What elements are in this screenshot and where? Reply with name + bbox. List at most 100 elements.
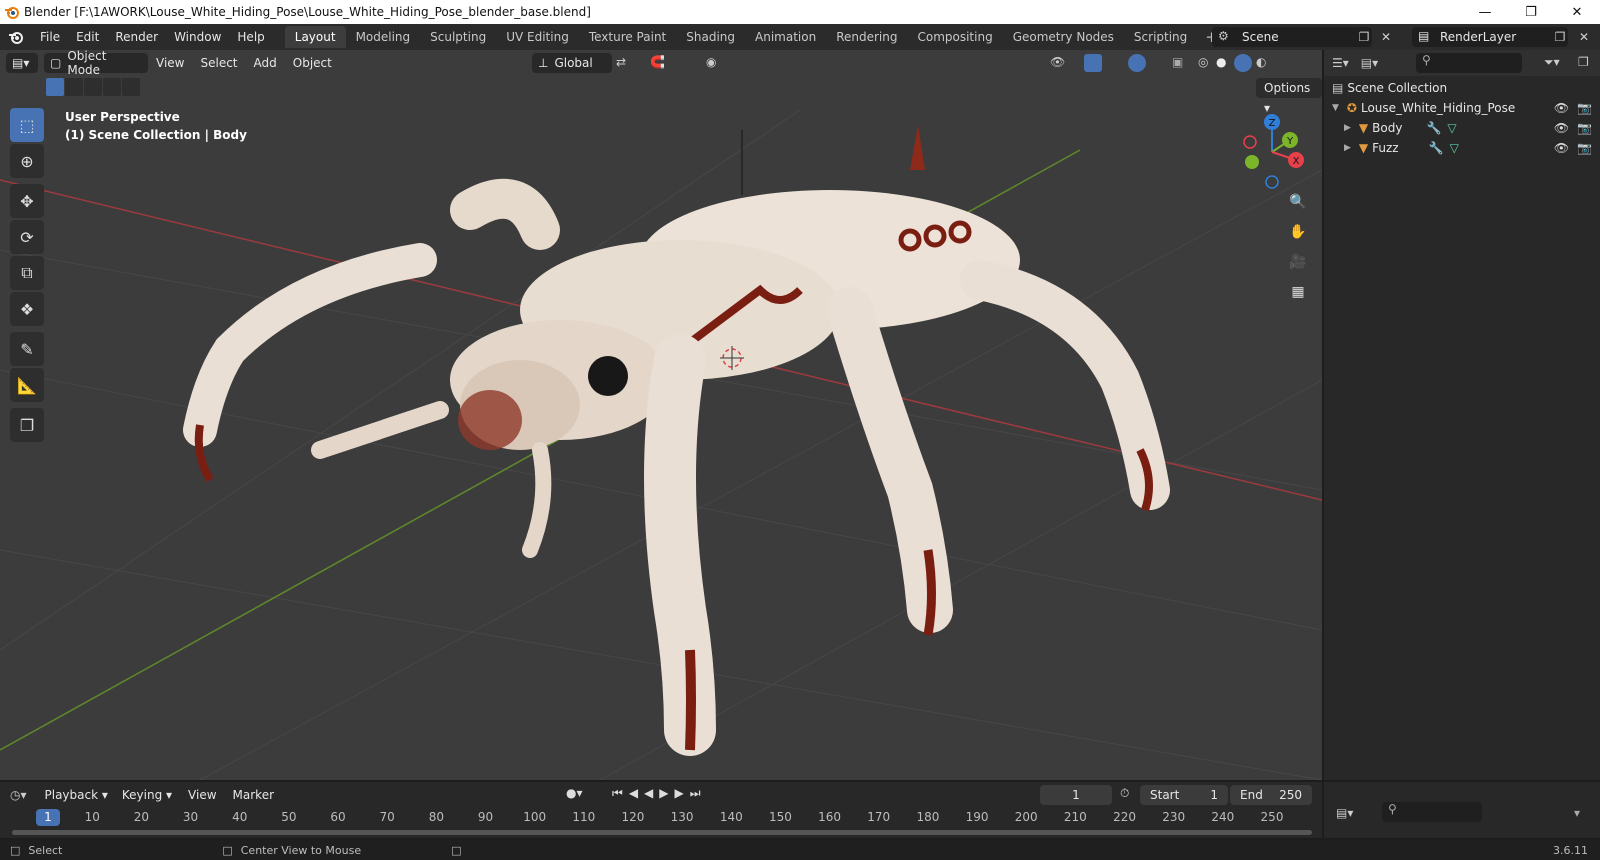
viewport-menu-select[interactable]: Select [192,56,245,70]
tab-modeling[interactable]: Modeling [346,26,421,48]
menu-file[interactable]: File [32,24,68,50]
end-frame-field[interactable]: End 250 [1230,785,1312,805]
select-subtract-icon[interactable] [84,78,102,96]
current-frame-field[interactable]: 1 [1040,785,1112,805]
rotate-tool-icon[interactable]: ⟳ [10,220,44,254]
close-icon[interactable]: ✕ [1554,0,1600,24]
outliner-editor-icon[interactable]: ☰▾ [1332,56,1349,70]
collapse-arrow-icon[interactable]: ▶ [1344,143,1351,153]
rendered-shading-icon[interactable]: ◐ [1256,55,1266,69]
mode-selector[interactable]: ▢ Object Mode [44,50,148,77]
render-layer-selector[interactable]: ▤ RenderLayer [1412,27,1568,47]
transform-orientation-selector[interactable]: ⊥ Global [532,53,612,73]
menu-window[interactable]: Window [166,24,229,50]
tab-texture-paint[interactable]: Texture Paint [579,26,676,48]
record-keyframe-icon[interactable]: ●▾ [566,786,583,800]
visibility-icon[interactable]: 👁 [1050,55,1065,69]
snap-icon[interactable]: 🧲 [650,55,665,69]
select-new-icon[interactable] [46,78,64,96]
tab-scripting[interactable]: Scripting [1124,26,1197,48]
tab-animation[interactable]: Animation [745,26,826,48]
tab-compositing[interactable]: Compositing [907,26,1002,48]
xray-icon[interactable]: ▣ [1172,55,1183,69]
wireframe-shading-icon[interactable]: ◎ [1198,55,1208,69]
camera-icon[interactable]: 📷 [1577,141,1592,155]
expand-arrow-icon[interactable]: ▼ [1332,103,1339,113]
proportional-edit-icon[interactable]: ◉ [706,55,716,69]
select-intersect-icon[interactable] [122,78,140,96]
tab-rendering[interactable]: Rendering [826,26,907,48]
menu-help[interactable]: Help [229,24,272,50]
jump-start-icon[interactable]: ⏮ [612,786,629,800]
eye-icon[interactable]: 👁 [1554,141,1569,155]
solid-shading-icon[interactable]: ● [1216,55,1226,69]
jump-end-icon[interactable]: ⏭ [690,786,707,800]
display-mode-icon[interactable]: ▤▾ [1361,56,1378,70]
eye-icon[interactable]: 👁 [1554,101,1569,115]
navigation-gizmo[interactable]: Z Y X [1232,112,1312,192]
blender-menu-icon[interactable] [0,24,32,50]
scene-selector[interactable]: ⚙ Scene [1212,27,1372,47]
camera-view-icon[interactable]: 🎥 [1284,248,1312,276]
chevron-down-icon[interactable]: ▾ [1574,806,1580,820]
collapse-arrow-icon[interactable]: ▶ [1344,123,1351,133]
prev-keyframe-icon[interactable]: ◀ [629,786,644,800]
select-invert-icon[interactable] [103,78,121,96]
new-layer-icon[interactable]: ❐ [1552,29,1568,45]
scale-tool-icon[interactable]: ⧉ [10,256,44,290]
tab-sculpting[interactable]: Sculpting [420,26,496,48]
zoom-icon[interactable]: 🔍 [1284,188,1312,216]
measure-tool-icon[interactable]: 📐 [10,368,44,402]
tab-geometry-nodes[interactable]: Geometry Nodes [1003,26,1124,48]
tab-shading[interactable]: Shading [676,26,745,48]
outliner-row-scene-collection[interactable]: ▤ Scene Collection [1324,78,1600,98]
material-preview-icon[interactable] [1234,54,1252,72]
preview-range-icon[interactable]: ⏱ [1120,786,1129,801]
select-extend-icon[interactable] [65,78,83,96]
eye-icon[interactable]: 👁 [1554,121,1569,135]
camera-icon[interactable]: 📷 [1577,121,1592,135]
viewport-menu-add[interactable]: Add [246,56,285,70]
select-box-tool-icon[interactable]: ⬚ [10,108,44,142]
tab-layout[interactable]: Layout [284,26,346,48]
timeline-editor-icon[interactable]: ◷▾ [10,788,27,802]
restore-icon[interactable]: ❐ [1508,0,1554,24]
marker-menu[interactable]: Marker [225,788,282,802]
next-keyframe-icon[interactable]: ▶ [675,786,690,800]
properties-editor-icon[interactable]: ▤▾ [1336,806,1353,820]
timeline-ruler[interactable]: 1 10 20 30 40 50 60 70 80 90 100 110 120 130 140 150 160… [0,808,1322,826]
outliner-row-body[interactable]: ▶ ▼ Body 🔧 ▽ 👁 📷 [1324,118,1600,138]
menu-edit[interactable]: Edit [68,24,107,50]
keying-menu[interactable]: Keying ▾ [114,788,180,802]
add-cube-tool-icon[interactable]: ❐ [10,408,44,442]
annotate-tool-icon[interactable]: ✎ [10,332,44,366]
timeline-view-menu[interactable]: View [180,788,224,802]
viewport-menu-object[interactable]: Object [285,56,340,70]
overlay-toggle-icon[interactable] [1128,54,1146,72]
3d-viewport[interactable]: ▤▾ ▢ Object Mode View Select Add Object … [0,50,1322,780]
editor-type-icon[interactable]: ▤▾ [6,53,38,73]
menu-render[interactable]: Render [107,24,166,50]
options-button[interactable]: Options ▾ [1256,78,1322,115]
pivot-point-icon[interactable]: ⇄ [616,55,626,69]
ortho-grid-icon[interactable]: ▦ [1284,278,1312,306]
gizmo-toggle-icon[interactable] [1084,54,1102,72]
outliner-search-input[interactable]: ⚲ [1416,53,1522,73]
start-frame-field[interactable]: Start 1 [1140,785,1228,805]
minimize-icon[interactable]: — [1462,0,1508,24]
new-collection-icon[interactable]: ❐ [1578,55,1589,69]
camera-icon[interactable]: 📷 [1577,101,1592,115]
tab-uv-editing[interactable]: UV Editing [496,26,579,48]
play-icon[interactable]: ▶ [659,786,674,800]
new-scene-icon[interactable]: ❐ [1356,29,1372,45]
cursor-tool-icon[interactable]: ⊕ [10,144,44,178]
outliner-row-louse[interactable]: ▼ ✪ Louse_White_Hiding_Pose 👁 📷 [1324,98,1600,118]
pan-hand-icon[interactable]: ✋ [1284,218,1312,246]
play-reverse-icon[interactable]: ◀ [644,786,659,800]
properties-search-input[interactable]: ⚲ [1382,802,1482,822]
outliner-row-fuzz[interactable]: ▶ ▼ Fuzz 🔧 ▽ 👁 📷 [1324,138,1600,158]
move-tool-icon[interactable]: ✥ [10,184,44,218]
playback-menu[interactable]: Playback ▾ [38,785,114,805]
transform-tool-icon[interactable]: ❖ [10,292,44,326]
delete-layer-icon[interactable]: ✕ [1576,29,1592,45]
